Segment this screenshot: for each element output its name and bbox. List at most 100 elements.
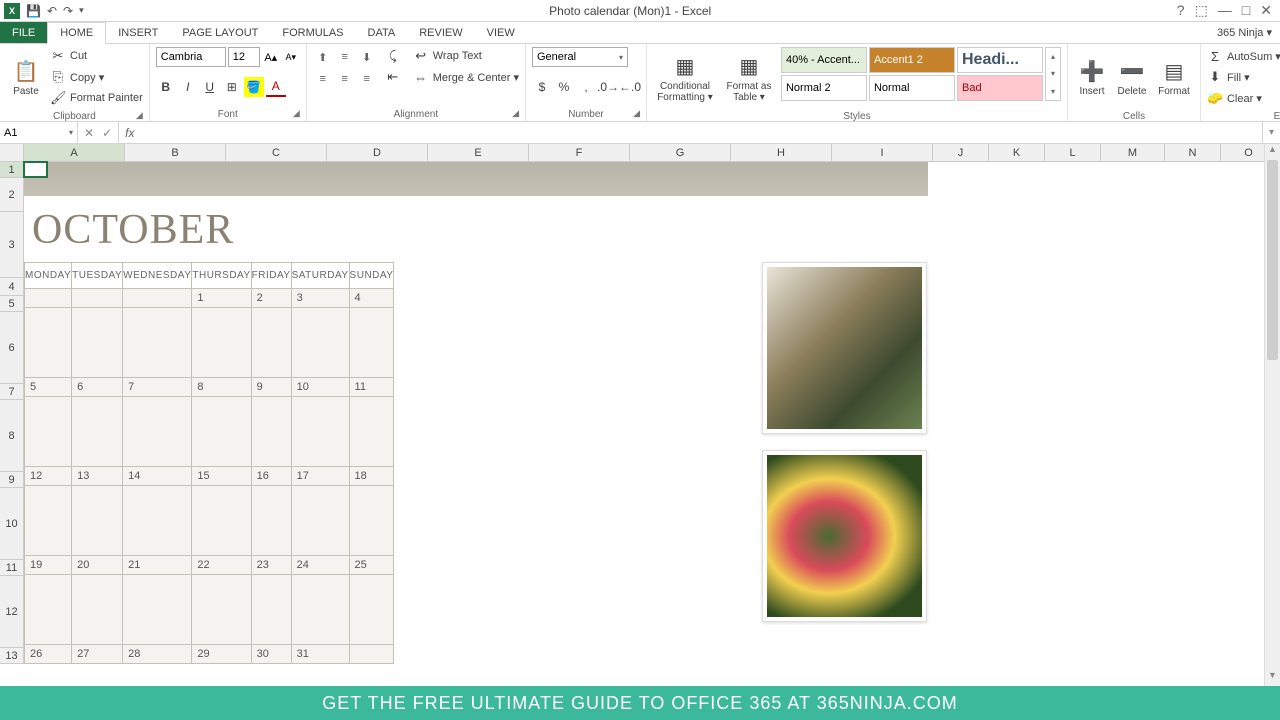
clear-button[interactable]: 🧽Clear ▾ — [1207, 89, 1280, 107]
calendar-cell[interactable] — [25, 397, 72, 467]
calendar-cell[interactable] — [72, 575, 123, 645]
tab-insert[interactable]: INSERT — [106, 22, 170, 43]
account-menu[interactable]: 365 Ninja ▾ — [1217, 22, 1280, 43]
format-as-table-button[interactable]: ▦Format as Table ▾ — [721, 47, 777, 109]
currency-button[interactable]: $ — [532, 77, 552, 97]
autosum-button[interactable]: ΣAutoSum ▾ — [1207, 47, 1280, 65]
indent-dec-button[interactable]: ⇤ — [385, 68, 401, 86]
number-launcher-icon[interactable]: ◢ — [633, 108, 640, 119]
style-heading[interactable]: Headi... — [957, 47, 1043, 73]
scroll-up-icon[interactable]: ▲ — [1265, 144, 1280, 160]
calendar-cell[interactable] — [349, 486, 394, 556]
calendar-cell[interactable] — [72, 308, 123, 378]
calendar-cell[interactable] — [291, 575, 349, 645]
style-normal-2[interactable]: Normal 2 — [781, 75, 867, 101]
calendar-date[interactable] — [123, 289, 192, 308]
calendar-cell[interactable] — [192, 575, 251, 645]
calendar-date[interactable]: 7 — [123, 378, 192, 397]
cancel-formula-icon[interactable]: ✕ — [84, 126, 94, 140]
font-size-input[interactable] — [228, 47, 260, 67]
increase-font-icon[interactable]: A▴ — [262, 47, 280, 67]
calendar-date[interactable]: 14 — [123, 467, 192, 486]
tab-file[interactable]: FILE — [0, 22, 47, 43]
calendar-date[interactable]: 1 — [192, 289, 251, 308]
calendar-date[interactable]: 29 — [192, 645, 251, 664]
name-box[interactable]: A1▾ — [0, 122, 78, 143]
underline-button[interactable]: U — [200, 77, 220, 97]
cut-button[interactable]: ✂Cut — [50, 47, 143, 65]
styles-gallery-more[interactable]: ▴▾▾ — [1045, 47, 1061, 101]
bold-button[interactable]: B — [156, 77, 176, 97]
calendar-cell[interactable] — [192, 397, 251, 467]
scroll-thumb[interactable] — [1267, 160, 1278, 360]
calendar-date[interactable]: 26 — [25, 645, 72, 664]
calendar-date[interactable]: 8 — [192, 378, 251, 397]
calendar-date[interactable]: 23 — [251, 556, 291, 575]
tab-page-layout[interactable]: PAGE LAYOUT — [170, 22, 270, 43]
calendar-cell[interactable] — [25, 575, 72, 645]
calendar-date[interactable]: 13 — [72, 467, 123, 486]
font-launcher-icon[interactable]: ◢ — [293, 108, 300, 119]
align-bottom-icon[interactable]: ⬇ — [357, 47, 377, 67]
calendar-date[interactable]: 30 — [251, 645, 291, 664]
number-format-combo[interactable]: General▾ — [532, 47, 628, 67]
calendar-cell[interactable] — [72, 397, 123, 467]
paste-button[interactable]: 📋 Paste — [6, 47, 46, 109]
calendar-cell[interactable] — [251, 486, 291, 556]
calendar-cell[interactable] — [123, 575, 192, 645]
align-right-icon[interactable]: ≡ — [357, 69, 377, 89]
tab-home[interactable]: HOME — [47, 22, 106, 44]
font-color-button[interactable]: A — [266, 77, 286, 97]
calendar-date[interactable]: 3 — [291, 289, 349, 308]
calendar-cell[interactable] — [123, 397, 192, 467]
fx-icon[interactable]: fx — [119, 122, 140, 143]
border-button[interactable]: ⊞ — [222, 77, 242, 97]
comma-button[interactable]: , — [576, 77, 596, 97]
tab-view[interactable]: VIEW — [475, 22, 527, 43]
fill-color-button[interactable]: 🪣 — [244, 77, 264, 97]
calendar-cell[interactable] — [123, 308, 192, 378]
calendar-date[interactable] — [72, 289, 123, 308]
enter-formula-icon[interactable]: ✓ — [102, 126, 112, 140]
calendar-date[interactable]: 22 — [192, 556, 251, 575]
calendar-date[interactable]: 17 — [291, 467, 349, 486]
align-top-icon[interactable]: ⬆ — [313, 47, 333, 67]
undo-icon[interactable]: ↶ — [47, 4, 57, 18]
dec-decimal-button[interactable]: ←.0 — [620, 77, 640, 97]
calendar-date[interactable]: 15 — [192, 467, 251, 486]
calendar-date[interactable]: 19 — [25, 556, 72, 575]
calendar-date[interactable]: 16 — [251, 467, 291, 486]
calendar-date[interactable]: 4 — [349, 289, 394, 308]
help-icon[interactable]: ? — [1177, 2, 1185, 19]
calendar-date[interactable]: 31 — [291, 645, 349, 664]
calendar-date[interactable]: 18 — [349, 467, 394, 486]
calendar-date[interactable]: 10 — [291, 378, 349, 397]
photo-2[interactable] — [762, 450, 927, 622]
style-accent1-2[interactable]: Accent1 2 — [869, 47, 955, 73]
formula-input[interactable] — [140, 122, 1262, 143]
decrease-font-icon[interactable]: A▾ — [282, 47, 300, 67]
calendar-date[interactable]: 9 — [251, 378, 291, 397]
style-normal[interactable]: Normal — [869, 75, 955, 101]
percent-button[interactable]: % — [554, 77, 574, 97]
minimize-icon[interactable]: — — [1218, 2, 1232, 19]
calendar-date[interactable]: 12 — [25, 467, 72, 486]
align-center-icon[interactable]: ≡ — [335, 69, 355, 89]
orientation-button[interactable]: ⤹ — [385, 47, 401, 65]
photo-1[interactable] — [762, 262, 927, 434]
close-icon[interactable]: ✕ — [1260, 2, 1272, 19]
tab-formulas[interactable]: FORMULAS — [270, 22, 355, 43]
redo-icon[interactable]: ↷ — [63, 4, 73, 18]
align-left-icon[interactable]: ≡ — [313, 69, 333, 89]
format-cells-button[interactable]: ▤Format — [1154, 47, 1194, 109]
calendar-date[interactable] — [25, 289, 72, 308]
conditional-formatting-button[interactable]: ▦Conditional Formatting ▾ — [653, 47, 717, 109]
calendar-date[interactable]: 2 — [251, 289, 291, 308]
calendar-cell[interactable] — [291, 308, 349, 378]
maximize-icon[interactable]: □ — [1242, 2, 1250, 19]
expand-formula-bar-icon[interactable]: ▾ — [1262, 122, 1280, 143]
calendar-date[interactable] — [349, 645, 394, 664]
calendar-cell[interactable] — [192, 486, 251, 556]
clipboard-launcher-icon[interactable]: ◢ — [136, 110, 143, 121]
calendar-cell[interactable] — [291, 397, 349, 467]
